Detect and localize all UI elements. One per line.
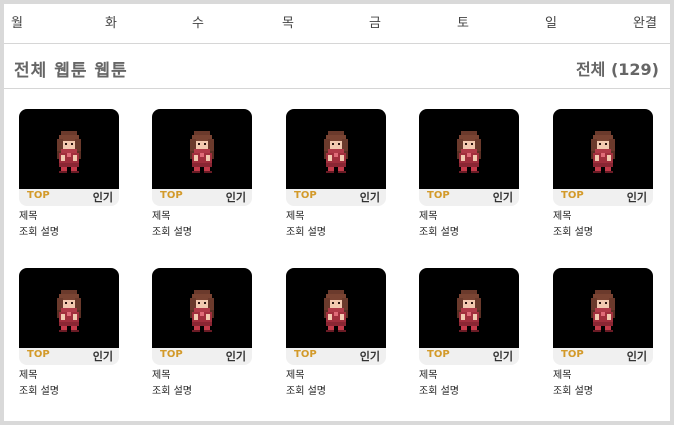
card-description: 조회 설명 bbox=[19, 386, 59, 397]
tab-wednesday[interactable]: 수 bbox=[191, 4, 205, 44]
tab-thursday[interactable]: 목 bbox=[281, 4, 295, 44]
top-badge: TOP bbox=[160, 349, 183, 360]
card-title[interactable]: 제목 bbox=[553, 369, 653, 383]
popular-badge: 인기 bbox=[359, 191, 380, 204]
webtoon-card[interactable]: TOP 인기 제목 조회 설명 bbox=[419, 109, 519, 240]
badge-bar: TOP 인기 bbox=[286, 348, 386, 365]
pixel-character-image bbox=[324, 290, 348, 332]
webtoon-card[interactable]: TOP 인기 제목 조회 설명 bbox=[419, 268, 519, 399]
webtoon-page: 월 화 수 목 금 토 일 완결 전체 웹툰 웹툰 전체 (129) TOP 인… bbox=[4, 4, 670, 421]
pixel-character-image bbox=[57, 290, 81, 332]
card-title[interactable]: 제목 bbox=[286, 369, 386, 383]
badge-bar: TOP 인기 bbox=[152, 348, 252, 365]
popular-badge: 인기 bbox=[626, 191, 647, 204]
tab-sunday[interactable]: 일 bbox=[544, 4, 558, 44]
top-badge: TOP bbox=[294, 190, 317, 201]
card-title[interactable]: 제목 bbox=[419, 210, 519, 224]
pixel-character-image bbox=[190, 290, 214, 332]
card-description: 조회 설명 bbox=[553, 386, 593, 397]
badge-bar: TOP 인기 bbox=[19, 348, 119, 365]
top-badge: TOP bbox=[427, 190, 450, 201]
pixel-character-image bbox=[457, 131, 481, 173]
card-description: 조회 설명 bbox=[152, 386, 192, 397]
top-badge: TOP bbox=[27, 190, 50, 201]
badge-bar: TOP 인기 bbox=[286, 189, 386, 206]
section-title: 전체 웹툰 웹툰 bbox=[14, 61, 128, 81]
card-description: 조회 설명 bbox=[419, 386, 459, 397]
pixel-character-image bbox=[457, 290, 481, 332]
card-title[interactable]: 제목 bbox=[19, 210, 119, 224]
tab-completed[interactable]: 완결 bbox=[630, 4, 660, 44]
card-title[interactable]: 제목 bbox=[152, 210, 252, 224]
card-description: 조회 설명 bbox=[286, 386, 326, 397]
webtoon-card[interactable]: TOP 인기 제목 조회 설명 bbox=[286, 268, 386, 399]
badge-bar: TOP 인기 bbox=[419, 189, 519, 206]
card-title[interactable]: 제목 bbox=[19, 369, 119, 383]
webtoon-card[interactable]: TOP 인기 제목 조회 설명 bbox=[152, 109, 252, 240]
webtoon-thumbnail[interactable] bbox=[419, 109, 519, 189]
popular-badge: 인기 bbox=[92, 350, 113, 363]
top-badge: TOP bbox=[427, 349, 450, 360]
webtoon-card[interactable]: TOP 인기 제목 조회 설명 bbox=[19, 109, 119, 240]
webtoon-card[interactable]: TOP 인기 제목 조회 설명 bbox=[286, 109, 386, 240]
section-header: 전체 웹툰 웹툰 전체 (129) bbox=[4, 44, 670, 89]
webtoon-card[interactable]: TOP 인기 제목 조회 설명 bbox=[19, 268, 119, 399]
card-title[interactable]: 제목 bbox=[152, 369, 252, 383]
webtoon-thumbnail[interactable] bbox=[419, 268, 519, 348]
top-badge: TOP bbox=[160, 190, 183, 201]
top-badge: TOP bbox=[294, 349, 317, 360]
webtoon-thumbnail[interactable] bbox=[152, 109, 252, 189]
pixel-character-image bbox=[190, 131, 214, 173]
webtoon-thumbnail[interactable] bbox=[19, 268, 119, 348]
popular-badge: 인기 bbox=[92, 191, 113, 204]
card-title[interactable]: 제목 bbox=[419, 369, 519, 383]
webtoon-thumbnail[interactable] bbox=[553, 268, 653, 348]
popular-badge: 인기 bbox=[359, 350, 380, 363]
pixel-character-image bbox=[324, 131, 348, 173]
card-title[interactable]: 제목 bbox=[553, 210, 653, 224]
badge-bar: TOP 인기 bbox=[152, 189, 252, 206]
card-title[interactable]: 제목 bbox=[286, 210, 386, 224]
total-count: 전체 (129) bbox=[575, 60, 659, 79]
top-badge: TOP bbox=[27, 349, 50, 360]
card-description: 조회 설명 bbox=[419, 227, 459, 238]
top-badge: TOP bbox=[561, 190, 584, 201]
webtoon-thumbnail[interactable] bbox=[286, 268, 386, 348]
badge-bar: TOP 인기 bbox=[553, 348, 653, 365]
card-description: 조회 설명 bbox=[286, 227, 326, 238]
webtoon-thumbnail[interactable] bbox=[286, 109, 386, 189]
tab-friday[interactable]: 금 bbox=[368, 4, 382, 44]
card-description: 조회 설명 bbox=[152, 227, 192, 238]
webtoon-thumbnail[interactable] bbox=[553, 109, 653, 189]
webtoon-card[interactable]: TOP 인기 제목 조회 설명 bbox=[152, 268, 252, 399]
popular-badge: 인기 bbox=[225, 191, 246, 204]
popular-badge: 인기 bbox=[492, 350, 513, 363]
card-description: 조회 설명 bbox=[19, 227, 59, 238]
webtoon-thumbnail[interactable] bbox=[19, 109, 119, 189]
popular-badge: 인기 bbox=[492, 191, 513, 204]
badge-bar: TOP 인기 bbox=[419, 348, 519, 365]
top-badge: TOP bbox=[561, 349, 584, 360]
badge-bar: TOP 인기 bbox=[19, 189, 119, 206]
pixel-character-image bbox=[591, 131, 615, 173]
popular-badge: 인기 bbox=[626, 350, 647, 363]
webtoon-thumbnail[interactable] bbox=[152, 268, 252, 348]
pixel-character-image bbox=[57, 131, 81, 173]
card-description: 조회 설명 bbox=[553, 227, 593, 238]
webtoon-card[interactable]: TOP 인기 제목 조회 설명 bbox=[553, 109, 653, 240]
webtoon-card[interactable]: TOP 인기 제목 조회 설명 bbox=[553, 268, 653, 399]
day-tabs: 월 화 수 목 금 토 일 완결 bbox=[4, 4, 670, 44]
tab-monday[interactable]: 월 bbox=[10, 4, 24, 44]
badge-bar: TOP 인기 bbox=[553, 189, 653, 206]
popular-badge: 인기 bbox=[225, 350, 246, 363]
tab-saturday[interactable]: 토 bbox=[456, 4, 470, 44]
pixel-character-image bbox=[591, 290, 615, 332]
tab-tuesday[interactable]: 화 bbox=[104, 4, 118, 44]
